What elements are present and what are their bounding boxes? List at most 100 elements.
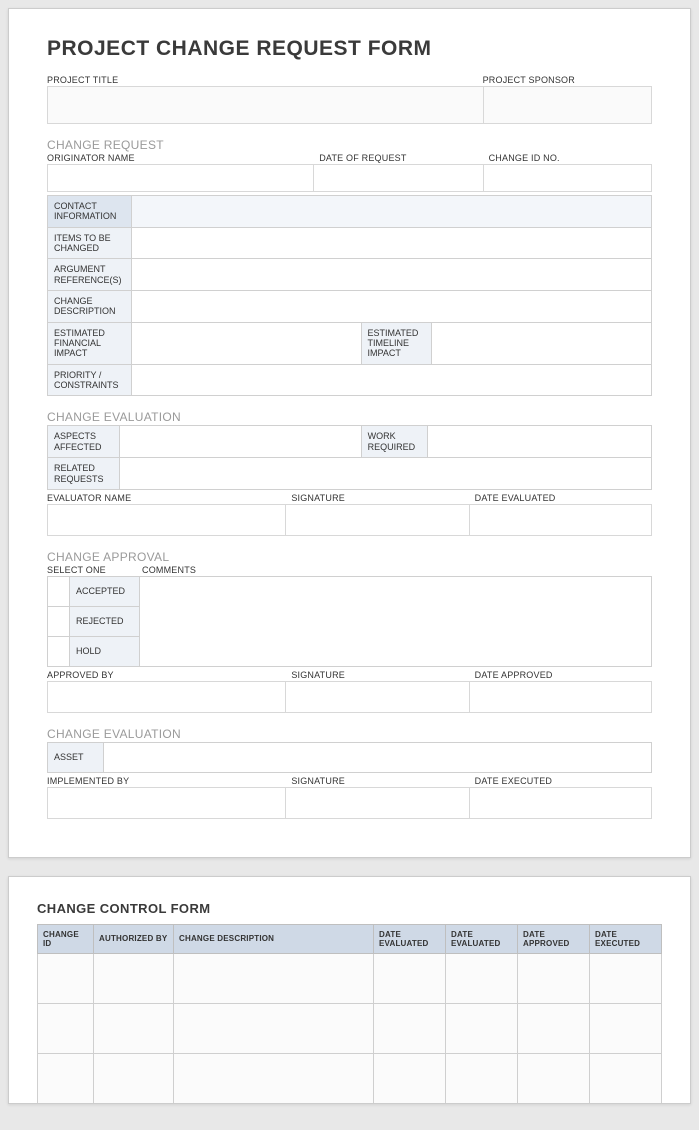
- comments-label: COMMENTS: [142, 565, 196, 576]
- section-change-evaluation: CHANGE EVALUATION: [47, 410, 652, 424]
- project-sponsor-label: PROJECT SPONSOR: [483, 75, 652, 86]
- rejected-checkbox[interactable]: [48, 606, 70, 636]
- items-changed-header: ITEMS TO BE CHANGED: [48, 227, 132, 259]
- ccf-cell[interactable]: [446, 953, 518, 1003]
- date-of-request-label: DATE OF REQUEST: [313, 153, 482, 164]
- section-change-request: CHANGE REQUEST: [47, 138, 652, 152]
- evaluator-signature-label: SIGNATURE: [285, 493, 468, 504]
- ccf-row: [38, 953, 662, 1003]
- evaluator-signature-input[interactable]: [285, 504, 468, 536]
- evaluator-name-input[interactable]: [47, 504, 285, 536]
- ccf-cell[interactable]: [374, 1003, 446, 1053]
- date-executed-label: DATE EXECUTED: [469, 776, 652, 787]
- ccf-cell[interactable]: [518, 1053, 590, 1103]
- change-id-input[interactable]: [483, 164, 652, 192]
- estimated-financial-header: ESTIMATED FINANCIAL IMPACT: [48, 322, 132, 364]
- date-executed-input[interactable]: [469, 787, 652, 819]
- change-control-form-page: CHANGE CONTROL FORM CHANGE ID AUTHORIZED…: [8, 876, 691, 1105]
- items-changed-input[interactable]: [132, 227, 652, 259]
- ccf-cell[interactable]: [38, 1053, 94, 1103]
- ccf-authorized-by-header: AUTHORIZED BY: [94, 924, 174, 953]
- ccf-change-description-header: CHANGE DESCRIPTION: [174, 924, 374, 953]
- ccf-date-approved-header: DATE APPROVED: [518, 924, 590, 953]
- argument-reference-header: ARGUMENT REFERENCE(S): [48, 259, 132, 291]
- impl-signature-label: SIGNATURE: [285, 776, 468, 787]
- ccf-cell[interactable]: [590, 1053, 662, 1103]
- project-title-label: PROJECT TITLE: [47, 75, 483, 86]
- originator-name-input[interactable]: [47, 164, 313, 192]
- date-of-request-input[interactable]: [313, 164, 482, 192]
- asset-header: ASSET: [48, 742, 104, 772]
- ccf-cell[interactable]: [518, 1003, 590, 1053]
- change-id-label: CHANGE ID NO.: [483, 153, 652, 164]
- impl-signature-input[interactable]: [285, 787, 468, 819]
- ccf-cell[interactable]: [174, 1053, 374, 1103]
- work-required-header: WORK REQUIRED: [361, 426, 427, 458]
- ccf-row: [38, 1003, 662, 1053]
- ccf-row: [38, 1053, 662, 1103]
- ccf-cell[interactable]: [94, 1053, 174, 1103]
- project-change-request-form: PROJECT CHANGE REQUEST FORM PROJECT TITL…: [8, 8, 691, 858]
- related-requests-header: RELATED REQUESTS: [48, 458, 120, 490]
- priority-constraints-input[interactable]: [132, 364, 652, 396]
- rejected-label: REJECTED: [70, 606, 140, 636]
- ccf-cell[interactable]: [38, 1003, 94, 1053]
- date-approved-label: DATE APPROVED: [469, 670, 652, 681]
- related-requests-input[interactable]: [120, 458, 652, 490]
- ccf-date-executed-header: DATE EXECUTED: [590, 924, 662, 953]
- contact-information-input[interactable]: [132, 196, 652, 228]
- aspects-affected-header: ASPECTS AFFECTED: [48, 426, 120, 458]
- date-evaluated-label: DATE EVALUATED: [469, 493, 652, 504]
- estimated-timeline-input[interactable]: [431, 322, 651, 364]
- ccf-cell[interactable]: [518, 953, 590, 1003]
- select-one-label: SELECT ONE: [47, 565, 142, 576]
- date-approved-input[interactable]: [469, 681, 652, 713]
- section-change-evaluation-2: CHANGE EVALUATION: [47, 727, 652, 741]
- accepted-label: ACCEPTED: [70, 576, 140, 606]
- change-control-table: CHANGE ID AUTHORIZED BY CHANGE DESCRIPTI…: [37, 924, 662, 1104]
- approval-signature-label: SIGNATURE: [285, 670, 468, 681]
- ccf-cell[interactable]: [94, 953, 174, 1003]
- ccf-cell[interactable]: [174, 953, 374, 1003]
- implemented-by-label: IMPLEMENTED BY: [47, 776, 285, 787]
- hold-checkbox[interactable]: [48, 636, 70, 666]
- change-description-input[interactable]: [132, 291, 652, 323]
- change-evaluation-grid: ASPECTS AFFECTED WORK REQUIRED RELATED R…: [47, 425, 652, 489]
- ccf-cell[interactable]: [38, 953, 94, 1003]
- ccf-date-evaluated-2-header: DATE EVALUATED: [446, 924, 518, 953]
- originator-name-label: ORIGINATOR NAME: [47, 153, 313, 164]
- ccf-change-id-header: CHANGE ID: [38, 924, 94, 953]
- ccf-cell[interactable]: [590, 1003, 662, 1053]
- evaluator-name-label: EVALUATOR NAME: [47, 493, 285, 504]
- form-title: PROJECT CHANGE REQUEST FORM: [47, 37, 652, 61]
- asset-grid: ASSET: [47, 742, 652, 773]
- ccf-cell[interactable]: [446, 1053, 518, 1103]
- project-title-input[interactable]: [47, 86, 483, 124]
- work-required-input[interactable]: [427, 426, 651, 458]
- ccf-date-evaluated-1-header: DATE EVALUATED: [374, 924, 446, 953]
- ccf-cell[interactable]: [374, 953, 446, 1003]
- estimated-financial-input[interactable]: [132, 322, 362, 364]
- ccf-cell[interactable]: [94, 1003, 174, 1053]
- argument-reference-input[interactable]: [132, 259, 652, 291]
- approval-grid: ACCEPTED REJECTED HOLD: [47, 576, 652, 667]
- date-evaluated-input[interactable]: [469, 504, 652, 536]
- comments-input[interactable]: [140, 576, 652, 666]
- change-control-form-title: CHANGE CONTROL FORM: [37, 901, 662, 916]
- change-description-header: CHANGE DESCRIPTION: [48, 291, 132, 323]
- hold-label: HOLD: [70, 636, 140, 666]
- implemented-by-input[interactable]: [47, 787, 285, 819]
- asset-input[interactable]: [104, 742, 652, 772]
- approved-by-input[interactable]: [47, 681, 285, 713]
- ccf-cell[interactable]: [446, 1003, 518, 1053]
- change-request-grid: CONTACT INFORMATION ITEMS TO BE CHANGED …: [47, 195, 652, 396]
- ccf-cell[interactable]: [374, 1053, 446, 1103]
- approval-signature-input[interactable]: [285, 681, 468, 713]
- project-sponsor-input[interactable]: [483, 86, 652, 124]
- ccf-cell[interactable]: [590, 953, 662, 1003]
- aspects-affected-input[interactable]: [120, 426, 362, 458]
- ccf-cell[interactable]: [174, 1003, 374, 1053]
- approved-by-label: APPROVED BY: [47, 670, 285, 681]
- accepted-checkbox[interactable]: [48, 576, 70, 606]
- priority-constraints-header: PRIORITY / CONSTRAINTS: [48, 364, 132, 396]
